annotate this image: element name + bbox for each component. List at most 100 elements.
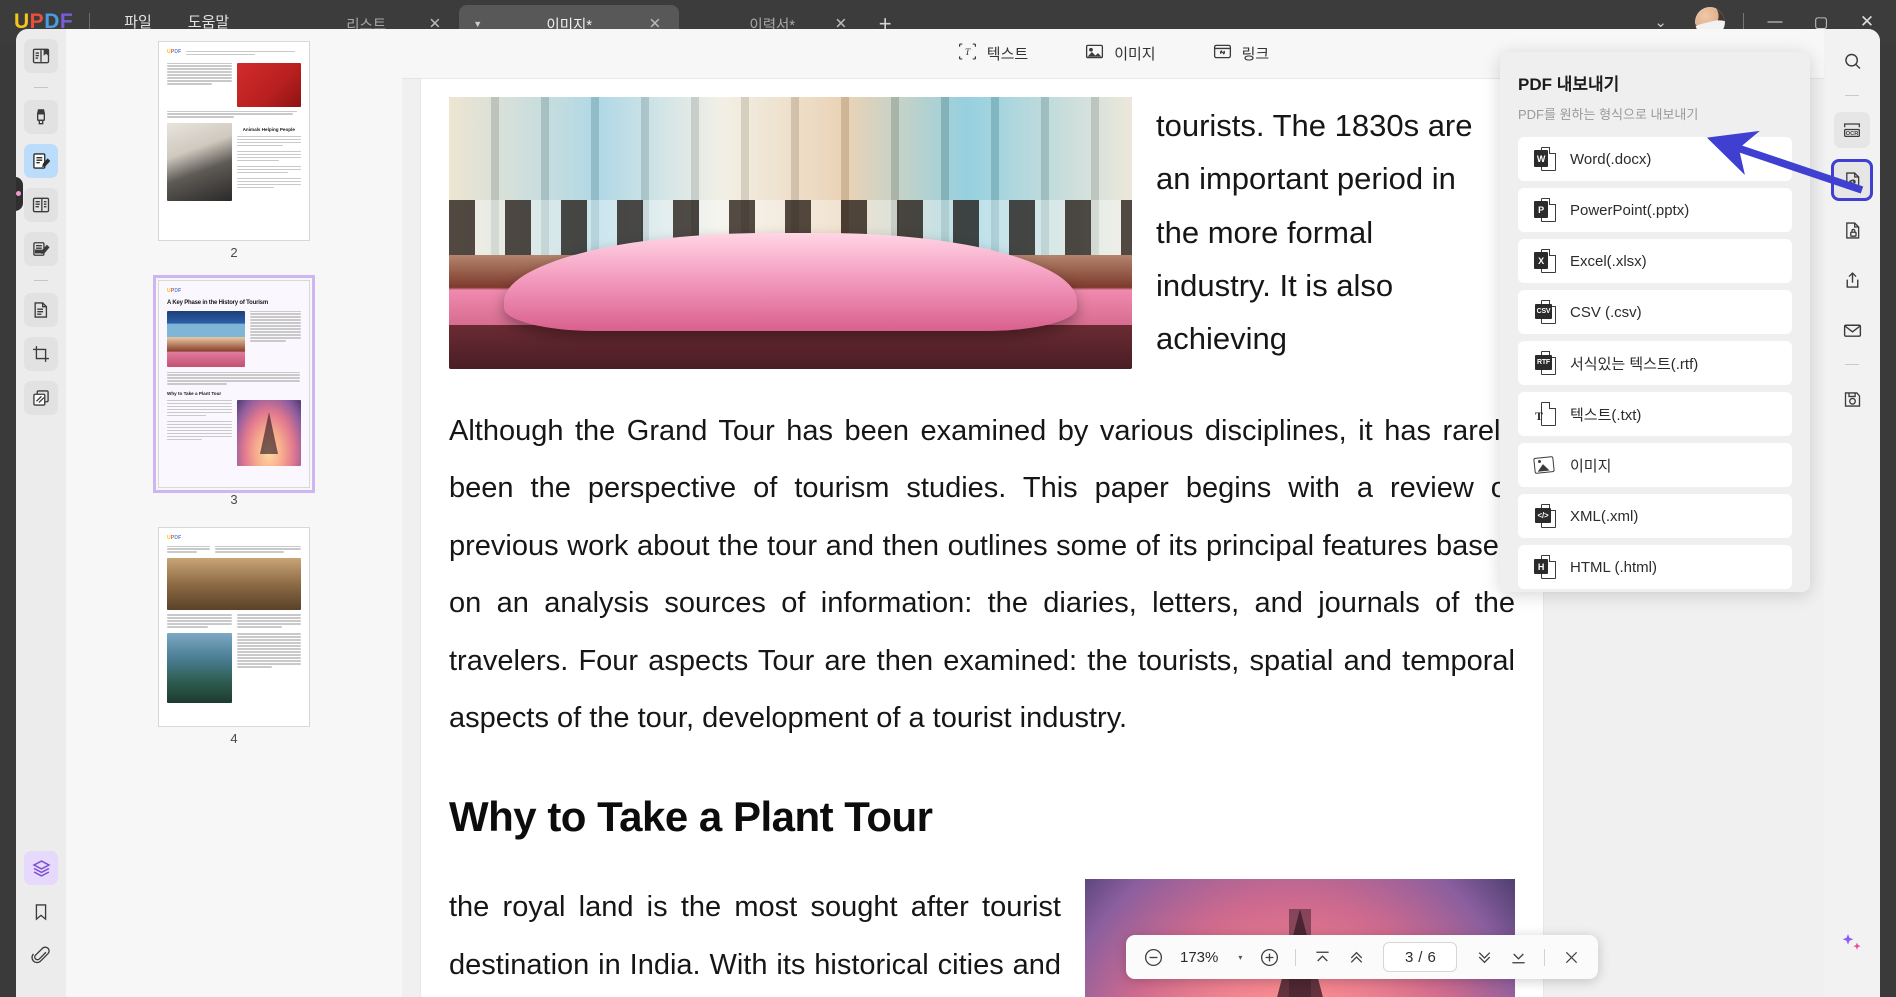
tool-text[interactable]: T 텍스트	[957, 41, 1028, 66]
panel-collapse-handle[interactable]	[16, 177, 23, 211]
next-page-button[interactable]	[1469, 942, 1499, 972]
export-option-excel[interactable]: X Excel(.xlsx)	[1518, 239, 1792, 283]
last-page-button[interactable]	[1503, 942, 1533, 972]
thumbnail-page-number: 2	[230, 245, 238, 260]
export-option-label: XML(.xml)	[1570, 507, 1639, 525]
export-option-xml[interactable]: </> XML(.xml)	[1518, 494, 1792, 538]
tool-label: 링크	[1241, 46, 1270, 63]
pdf-page[interactable]: tourists. The 1830s are an important per…	[421, 79, 1543, 997]
sidebar-item-bookmark[interactable]	[24, 895, 58, 929]
xml-file-icon: </>	[1534, 504, 1556, 528]
sidebar-item-reader-mode[interactable]	[24, 39, 58, 73]
page-separator: /	[1418, 948, 1423, 966]
tool-link[interactable]: 링크	[1212, 41, 1270, 66]
powerpoint-file-icon: P	[1534, 198, 1556, 222]
protect-icon[interactable]	[1834, 212, 1870, 248]
page-image-cuba	[449, 97, 1132, 369]
thumbnail-panel[interactable]: UPDF Animals Helping People 2 UPDF A Key…	[66, 29, 402, 997]
save-icon[interactable]	[1834, 381, 1870, 417]
sidebar-item-layers[interactable]	[24, 851, 58, 885]
thumbnail-page-number: 4	[230, 731, 238, 746]
rail-divider	[1845, 95, 1859, 96]
sidebar-item-crop[interactable]	[24, 337, 58, 371]
export-option-label: 텍스트(.txt)	[1570, 406, 1642, 424]
page-bottom-paragraph: the royal land is the most sought after …	[449, 891, 1061, 981]
page-thumbnail[interactable]: UPDF	[158, 527, 310, 727]
txt-file-icon: T	[1534, 402, 1556, 426]
panel-title: PDF 내보내기	[1518, 75, 1620, 94]
page-total: 6	[1427, 948, 1436, 966]
sidebar-item-batch[interactable]	[24, 381, 58, 415]
export-option-label: 서식있는 텍스트(.rtf)	[1570, 355, 1699, 373]
export-option-rtf[interactable]: RTF 서식있는 텍스트(.rtf)	[1518, 341, 1792, 385]
ocr-icon[interactable]: OCR	[1834, 112, 1870, 148]
text-edit-icon: T	[957, 41, 978, 66]
close-zoom-toolbar-button[interactable]	[1556, 942, 1586, 972]
export-pdf-panel[interactable]: PDF 내보내기 PDF를 원하는 형식으로 내보내기 W Word(.docx…	[1500, 52, 1810, 592]
export-option-html[interactable]: H HTML (.html)	[1518, 545, 1792, 589]
link-edit-icon	[1212, 41, 1233, 66]
tool-image[interactable]: 이미지	[1084, 41, 1156, 66]
tool-label: 이미지	[1114, 46, 1156, 63]
sidebar-item-edit-pdf[interactable]	[24, 232, 58, 266]
sidebar-item-attachment[interactable]	[24, 939, 58, 973]
rail-divider	[1845, 364, 1859, 365]
zoom-out-button[interactable]	[1138, 942, 1168, 972]
toolbar-divider	[1544, 948, 1546, 966]
export-option-label: 이미지	[1570, 457, 1612, 475]
search-icon[interactable]	[1834, 43, 1870, 79]
left-toolbar	[16, 29, 66, 997]
titlebar-divider	[89, 12, 91, 31]
page-thumbnail[interactable]: UPDF	[158, 41, 310, 241]
export-option-word[interactable]: W Word(.docx)	[1518, 137, 1792, 181]
rail-divider	[34, 280, 48, 281]
html-file-icon: H	[1534, 555, 1556, 579]
export-option-image[interactable]: 이미지	[1518, 443, 1792, 487]
svg-text:OCR: OCR	[1846, 131, 1859, 137]
first-page-button[interactable]	[1307, 942, 1337, 972]
thumbnail-page-number: 3	[230, 492, 238, 507]
svg-text:T: T	[965, 47, 971, 58]
thumb-logo: UPDF	[167, 49, 182, 55]
email-icon[interactable]	[1834, 312, 1870, 348]
sidebar-item-page-tools[interactable]	[24, 293, 58, 327]
app-shell: UPDF Animals Helping People 2 UPDF A Key…	[16, 29, 1880, 997]
sidebar-item-annotate[interactable]	[24, 144, 58, 178]
tool-label: 텍스트	[986, 46, 1029, 63]
chevron-down-icon[interactable]: ⌄	[1636, 13, 1685, 31]
page-paragraph: Although the Grand Tour has been examine…	[449, 415, 1515, 735]
share-icon[interactable]	[1834, 262, 1870, 298]
page-number-input[interactable]: 3 / 6	[1383, 942, 1458, 972]
sidebar-item-organize-pages[interactable]	[24, 188, 58, 222]
zoom-level[interactable]: 173%	[1172, 949, 1226, 966]
export-option-txt[interactable]: T 텍스트(.txt)	[1518, 392, 1792, 436]
export-option-csv[interactable]: CSV CSV (.csv)	[1518, 290, 1792, 334]
ai-assistant-icon[interactable]	[1834, 925, 1870, 961]
export-option-label: Word(.docx)	[1570, 150, 1652, 168]
sidebar-item-highlighter[interactable]	[24, 100, 58, 134]
export-option-powerpoint[interactable]: P PowerPoint(.pptx)	[1518, 188, 1792, 232]
thumb-logo: UPDF	[167, 288, 182, 294]
page-current: 3	[1404, 948, 1414, 966]
word-file-icon: W	[1534, 147, 1556, 171]
page-right-column-text: tourists. The 1830s are an important per…	[1156, 108, 1473, 357]
page-hero-row: tourists. The 1830s are an important per…	[421, 97, 1543, 369]
export-option-label: CSV (.csv)	[1570, 303, 1642, 321]
zoom-in-button[interactable]	[1254, 942, 1284, 972]
page-heading: Why to Take a Plant Tour	[449, 793, 933, 841]
excel-file-icon: X	[1534, 249, 1556, 273]
titlebar-divider	[1743, 13, 1744, 30]
thumbnail-item[interactable]: UPDF	[66, 41, 402, 280]
thumbnail-item[interactable]: UPDF	[66, 527, 402, 766]
chevron-down-icon[interactable]: ▾	[1230, 953, 1250, 962]
thumbnail-item[interactable]: UPDF A Key Phase in the History of Touri…	[66, 275, 402, 527]
thumb-logo: UPDF	[167, 535, 182, 541]
export-option-label: PowerPoint(.pptx)	[1570, 201, 1690, 219]
image-file-icon	[1533, 453, 1556, 477]
right-toolbar: OCR	[1824, 29, 1880, 997]
page-thumbnail[interactable]: UPDF A Key Phase in the History of Touri…	[153, 275, 315, 493]
convert-pdf-icon[interactable]	[1834, 162, 1870, 198]
zoom-toolbar: 173% ▾ 3 / 6	[1126, 935, 1599, 979]
prev-page-button[interactable]	[1341, 942, 1371, 972]
chevron-down-icon[interactable]: ▼	[473, 19, 482, 29]
